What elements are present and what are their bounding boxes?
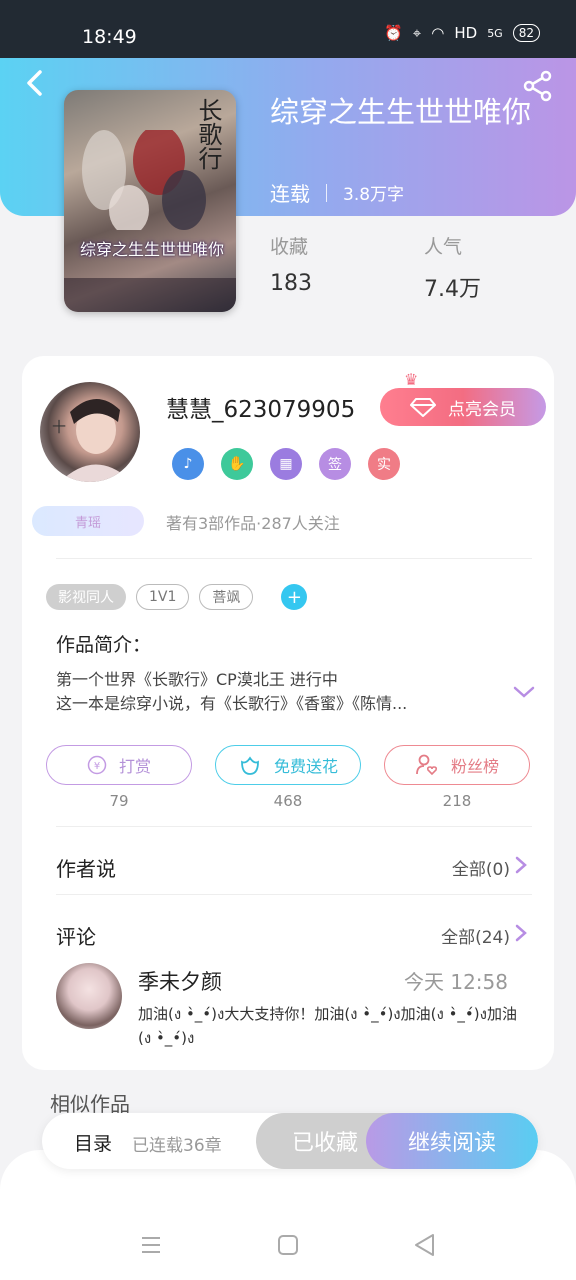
back-nav-icon[interactable] (411, 1232, 439, 1258)
author-badges: ♪ ✋ ▦ 签 实 (172, 448, 400, 480)
handshake-icon[interactable]: ✋ (221, 448, 253, 480)
flower-count: 468 (273, 792, 303, 810)
comment-time: 今天 12:58 (404, 970, 508, 994)
author-level-tag: 青瑶 (32, 506, 144, 536)
sign-badge[interactable]: 签 (319, 448, 351, 480)
word-count: 3.8万字 (343, 185, 405, 205)
intro-title: 作品简介： (56, 634, 152, 656)
bottom-panel (0, 1150, 576, 1280)
author-works-line: 著有3部作品·287人关注 (166, 514, 340, 533)
battery-icon: 82 (512, 24, 540, 42)
author-avatar[interactable]: 十 (40, 382, 140, 482)
diamond-icon (410, 398, 436, 417)
comments-all-link[interactable]: 全部(24) (441, 923, 510, 948)
flower-icon (241, 756, 259, 775)
stat-popularity: 人气 7.4万 (424, 232, 481, 303)
location-icon: ⌖ (412, 24, 422, 42)
svg-text:¥: ¥ (94, 761, 100, 772)
book-cover[interactable]: 长歌行 综穿之生生世世唯你 (64, 90, 236, 312)
comments-title: 评论 (56, 925, 96, 949)
divider (56, 894, 532, 895)
commenter-name[interactable]: 季未夕颜 (138, 966, 222, 996)
book-meta: 连载 3.8万字 (270, 178, 404, 207)
serial-status: 连载 (270, 182, 310, 206)
toc-button[interactable]: 目录 (74, 1129, 112, 1156)
status-icons: ⏰ ⌖ ◠ HD 5G 82 (384, 24, 540, 42)
stat-label: 人气 (424, 236, 463, 258)
chapter-count: 已连载36章 (132, 1136, 222, 1156)
wifi-icon: ◠ (431, 24, 445, 42)
reward-button[interactable]: ¥ 打赏 (46, 745, 192, 785)
tag-item[interactable]: 1V1 (136, 584, 190, 610)
stat-label: 收藏 (270, 236, 309, 258)
send-flower-label: 免费送花 (273, 757, 338, 776)
cover-title: 综穿之生生世世唯你 (79, 240, 224, 259)
intro-line: 这一本是综穿小说，有《长歌行》《香蜜》《陈情... (56, 694, 408, 713)
intro-text[interactable]: 第一个世界《长歌行》CP漠北王 进行中 这一本是综穿小说，有《长歌行》《香蜜》《… (56, 668, 496, 716)
fan-heart-icon (416, 754, 438, 776)
chevron-right-icon[interactable] (514, 923, 528, 943)
home-nav-icon[interactable] (274, 1232, 302, 1258)
bottom-action-bar: 目录 已连载36章 已收藏 继续阅读 (42, 1113, 538, 1169)
divider (56, 558, 532, 559)
cover-vertical-title: 长歌行 (194, 98, 222, 170)
svg-text:十: 十 (52, 420, 66, 436)
tag-item[interactable]: 菩飒 (199, 584, 254, 610)
chevron-right-icon[interactable] (514, 855, 528, 875)
real-badge[interactable]: 实 (368, 448, 400, 480)
calendar-icon[interactable]: ▦ (270, 448, 302, 480)
chevron-down-icon[interactable] (512, 684, 536, 700)
continue-reading-button[interactable]: 继续阅读 (366, 1113, 538, 1169)
crown-icon: ♛ (404, 370, 419, 389)
stat-favorites: 收藏 183 (270, 232, 312, 296)
avatar-image: 十 (52, 398, 132, 482)
commenter-avatar[interactable] (56, 963, 122, 1029)
book-tags: 影视同人 1V1 菩飒 + (46, 584, 308, 610)
reward-label: 打赏 (118, 757, 151, 776)
add-tag-icon[interactable]: + (281, 584, 308, 610)
music-icon[interactable]: ♪ (172, 448, 204, 480)
vip-button[interactable]: 点亮会员 (380, 388, 546, 426)
author-name[interactable]: 慧慧_623079905 (166, 390, 355, 424)
signal-icon: 5G (487, 26, 503, 40)
intro-line: 第一个世界《长歌行》CP漠北王 进行中 (56, 670, 338, 689)
reward-count: 79 (109, 792, 129, 810)
back-arrow-icon[interactable] (20, 68, 50, 98)
book-title: 综穿之生生世世唯你 (270, 95, 532, 129)
stat-value: 183 (270, 271, 312, 296)
send-flower-button[interactable]: 免费送花 (215, 745, 361, 785)
comment-text: 加油(ง •̀_•́)ง大大支持你！加油(ง •̀_•́)ง加油(ง •̀_•́… (138, 1005, 517, 1047)
fan-count: 218 (442, 792, 472, 810)
divider (56, 826, 532, 827)
menu-nav-icon[interactable] (137, 1232, 165, 1258)
author-says-title: 作者说 (56, 857, 116, 881)
stat-value: 7.4万 (424, 277, 481, 302)
cover-footer (64, 278, 236, 312)
fan-ranking-button[interactable]: 粉丝榜 (384, 745, 530, 785)
alarm-icon: ⏰ (384, 24, 403, 42)
vip-label: 点亮会员 (448, 399, 516, 420)
status-time: 18:49 (82, 26, 137, 48)
tag-item[interactable]: 影视同人 (46, 584, 126, 610)
yen-icon: ¥ (87, 755, 107, 775)
fan-ranking-label: 粉丝榜 (450, 757, 499, 776)
hd-label: HD (454, 24, 478, 42)
author-says-all-link[interactable]: 全部(0) (452, 855, 510, 880)
meta-divider (326, 183, 327, 202)
